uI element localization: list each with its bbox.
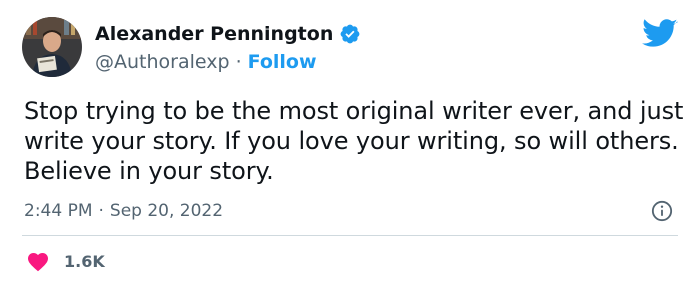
avatar[interactable] bbox=[22, 17, 82, 77]
divider bbox=[22, 235, 678, 236]
follow-button[interactable]: Follow bbox=[248, 51, 317, 73]
author-handle[interactable]: @Authoralexp bbox=[95, 51, 230, 73]
author-handle-row: @Authoralexp · Follow bbox=[95, 51, 317, 73]
info-icon[interactable] bbox=[651, 200, 673, 222]
tweet-date: Sep 20, 2022 bbox=[109, 201, 224, 221]
author-display-name[interactable]: Alexander Pennington bbox=[95, 23, 333, 45]
tweet-card: Alexander Pennington @Authoralexp · Follow… bbox=[0, 0, 700, 288]
author-photo bbox=[22, 17, 82, 77]
tweet-text: Stop trying to be the most original writ… bbox=[24, 97, 684, 185]
author-name-row: Alexander Pennington bbox=[95, 23, 361, 45]
like-count: 1.6K bbox=[64, 251, 105, 271]
handle-separator: · bbox=[235, 51, 242, 73]
tweet-timestamp[interactable]: 2:44 PM · Sep 20, 2022 bbox=[24, 201, 223, 221]
heart-icon bbox=[28, 253, 48, 272]
like-button[interactable]: 1.6K bbox=[26, 250, 105, 272]
twitter-bird-icon[interactable] bbox=[642, 19, 678, 49]
tweet-time: 2:44 PM bbox=[24, 201, 93, 221]
verified-badge-icon bbox=[340, 24, 360, 44]
meta-separator: · bbox=[98, 201, 104, 221]
